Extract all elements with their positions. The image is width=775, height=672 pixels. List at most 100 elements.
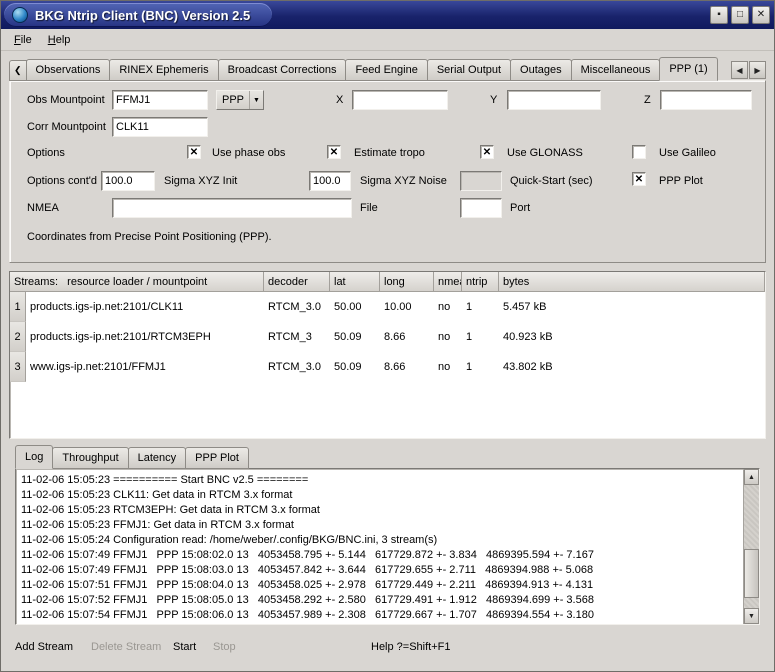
tab-outages[interactable]: Outages xyxy=(510,59,572,81)
nmea-port-input[interactable] xyxy=(460,198,502,218)
log-line: 11-02-06 15:07:49 FFMJ1 PPP 15:08:02.0 1… xyxy=(21,548,741,563)
cell-ntrip: 1 xyxy=(462,292,499,322)
col-header-decoder[interactable]: decoder xyxy=(264,272,330,292)
use-glonass-label: Use GLONASS xyxy=(507,147,583,159)
col-header-ntrip[interactable]: ntrip xyxy=(462,272,499,292)
cell-ntrip: 1 xyxy=(462,322,499,352)
ppp-mode-value: PPP xyxy=(222,94,249,106)
help-shortcut-text: Help ?=Shift+F1 xyxy=(371,641,451,653)
log-line: 11-02-06 15:05:23 CLK11: Get data in RTC… xyxy=(21,488,741,503)
maximize-button[interactable]: □ xyxy=(731,6,749,24)
menu-file[interactable]: File xyxy=(6,31,40,49)
stream-row-2[interactable]: 2 products.igs-ip.net:2101/RTCM3EPH RTCM… xyxy=(10,322,765,352)
row-number: 3 xyxy=(10,352,26,382)
cell-lat: 50.09 xyxy=(330,322,380,352)
cell-bytes: 43.802 kB xyxy=(499,352,765,382)
estimate-tropo-checkbox[interactable]: ✕ xyxy=(327,145,341,159)
scroll-down-button[interactable]: ▼ xyxy=(744,608,759,624)
close-button[interactable]: ✕ xyxy=(752,6,770,24)
tab-scroll-next-button[interactable]: ▶ xyxy=(749,61,766,79)
obs-mountpoint-label: Obs Mountpoint xyxy=(27,94,105,106)
col-header-nmea[interactable]: nmea xyxy=(434,272,462,292)
title-capsule: BKG Ntrip Client (BNC) Version 2.5 xyxy=(4,3,272,27)
col-header-lat[interactable]: lat xyxy=(330,272,380,292)
scrollbar-thumb[interactable] xyxy=(744,549,759,598)
col-header-long[interactable]: long xyxy=(380,272,434,292)
titlebar[interactable]: BKG Ntrip Client (BNC) Version 2.5 ▪ □ ✕ xyxy=(1,1,774,29)
col-header-bytes[interactable]: bytes xyxy=(499,272,765,292)
start-button[interactable]: Start xyxy=(173,641,196,653)
tab-scroll-prev-button[interactable]: ◀ xyxy=(731,61,748,79)
menubar: File Help xyxy=(1,29,774,51)
cell-bytes: 5.457 kB xyxy=(499,292,765,322)
minimize-button[interactable]: ▪ xyxy=(710,6,728,24)
obs-mountpoint-input[interactable] xyxy=(112,90,208,110)
scroll-up-button[interactable]: ▲ xyxy=(744,469,759,485)
options-label: Options xyxy=(27,147,65,159)
cell-nmea: no xyxy=(434,352,462,382)
arrow-up-icon: ▲ xyxy=(748,474,755,481)
add-stream-button[interactable]: Add Stream xyxy=(15,641,73,653)
tab-scrollers: ◀ ▶ xyxy=(730,61,766,79)
tab-throughput[interactable]: Throughput xyxy=(52,447,128,469)
ppp-mode-select[interactable]: PPP ▼ xyxy=(216,90,264,110)
corr-mountpoint-label: Corr Mountpoint xyxy=(27,121,106,133)
use-glonass-checkbox[interactable]: ✕ xyxy=(480,145,494,159)
corr-mountpoint-input[interactable] xyxy=(112,117,208,137)
stream-row-1[interactable]: 1 products.igs-ip.net:2101/CLK11 RTCM_3.… xyxy=(10,292,765,322)
sigma-xyz-init-input[interactable] xyxy=(101,171,155,191)
tab-broadcast-corrections[interactable]: Broadcast Corrections xyxy=(218,59,347,81)
window-title: BKG Ntrip Client (BNC) Version 2.5 xyxy=(35,8,250,23)
tab-latency[interactable]: Latency xyxy=(128,447,187,469)
x-label: X xyxy=(336,94,343,106)
use-galileo-checkbox[interactable] xyxy=(632,145,646,159)
z-input[interactable] xyxy=(660,90,752,110)
tab-miscellaneous[interactable]: Miscellaneous xyxy=(571,59,661,81)
stream-row-3[interactable]: 3 www.igs-ip.net:2101/FFMJ1 RTCM_3.0 50.… xyxy=(10,352,765,382)
tab-observations[interactable]: Observations xyxy=(26,59,111,81)
x-input[interactable] xyxy=(352,90,448,110)
use-phase-obs-checkbox[interactable]: ✕ xyxy=(187,145,201,159)
cell-mountpoint: www.igs-ip.net:2101/FFMJ1 xyxy=(26,352,264,382)
log-scrollbar[interactable]: ▲ ▼ xyxy=(743,469,759,624)
tab-ppp[interactable]: PPP (1) xyxy=(659,57,717,81)
log-line: 11-02-06 15:07:51 FFMJ1 PPP 15:08:04.0 1… xyxy=(21,578,741,593)
tab-serial-output[interactable]: Serial Output xyxy=(427,59,511,81)
tab-rinex-ephemeris[interactable]: RINEX Ephemeris xyxy=(109,59,218,81)
y-input[interactable] xyxy=(507,90,601,110)
port-label: Port xyxy=(510,202,530,214)
sigma-xyz-noise-input[interactable] xyxy=(309,171,351,191)
cell-lat: 50.00 xyxy=(330,292,380,322)
log-output[interactable]: 11-02-06 15:05:23 ========== Start BNC v… xyxy=(16,469,743,624)
cell-nmea: no xyxy=(434,322,462,352)
cell-long: 10.00 xyxy=(380,292,434,322)
log-line: 11-02-06 15:05:23 FFMJ1: Get data in RTC… xyxy=(21,518,741,533)
cell-decoder: RTCM_3.0 xyxy=(264,292,330,322)
tab-ppp-plot[interactable]: PPP Plot xyxy=(185,447,249,469)
ppp-panel: Obs Mountpoint PPP ▼ X Y Z Corr Mountpoi… xyxy=(9,80,766,263)
col-header-mountpoint[interactable]: Streams: resource loader / mountpoint xyxy=(10,272,264,292)
cell-long: 8.66 xyxy=(380,322,434,352)
log-line: 11-02-06 15:07:54 FFMJ1 PPP 15:08:06.0 1… xyxy=(21,608,741,623)
arrow-right-icon: ▶ xyxy=(754,66,760,75)
ppp-plot-label: PPP Plot xyxy=(659,175,703,187)
nmea-label: NMEA xyxy=(27,202,59,214)
delete-stream-button[interactable]: Delete Stream xyxy=(91,641,161,653)
log-line: 11-02-06 15:05:23 ========== Start BNC v… xyxy=(21,473,741,488)
tab-scroll-left-icon[interactable]: ❮ xyxy=(9,60,27,81)
ppp-plot-checkbox[interactable]: ✕ xyxy=(632,172,646,186)
maximize-icon: □ xyxy=(737,10,743,20)
nmea-file-input[interactable] xyxy=(112,198,352,218)
tab-feed-engine[interactable]: Feed Engine xyxy=(345,59,427,81)
tab-log[interactable]: Log xyxy=(15,445,53,469)
log-line: 11-02-06 15:07:52 FFMJ1 PPP 15:08:05.0 1… xyxy=(21,593,741,608)
chevron-down-icon: ▼ xyxy=(249,91,263,109)
menu-help[interactable]: Help xyxy=(40,31,79,49)
stop-button[interactable]: Stop xyxy=(213,641,236,653)
sigma-xyz-init-label: Sigma XYZ Init xyxy=(164,175,237,187)
quick-start-input[interactable] xyxy=(460,171,502,191)
sigma-xyz-noise-label: Sigma XYZ Noise xyxy=(360,175,447,187)
scrollbar-track[interactable] xyxy=(744,485,759,608)
options-contd-label: Options cont'd xyxy=(27,175,97,187)
row-number: 1 xyxy=(10,292,26,322)
